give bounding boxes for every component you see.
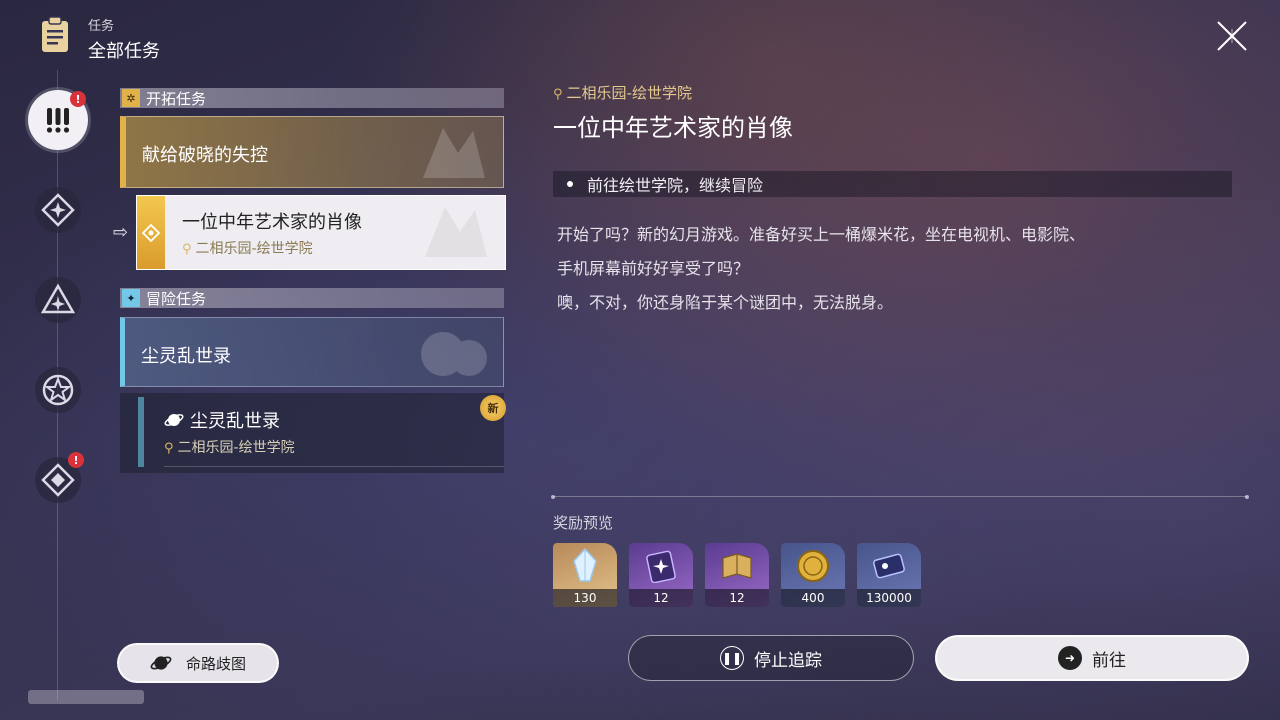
diamond-icon [137,196,165,269]
button-label: 命路歧图 [185,654,246,673]
location-pin-icon: ⚲ [553,87,563,102]
planet-icon [164,414,184,426]
exclamation-icon [46,108,70,133]
diamond-star-icon [41,193,75,227]
detail-location: ⚲ 二相乐园-绘世学院 [553,84,692,102]
quest-title: 献给破晓的失控 [142,145,268,166]
bullet-icon [567,181,573,187]
description-line: 噢，不对，你还身陷于某个谜团中，无法脱身。 [557,293,894,312]
quest-card[interactable]: 尘灵乱世录 [120,317,504,387]
quest-location: ⚲ 二相乐园-绘世学院 [164,440,295,456]
book-icon [722,553,752,579]
sparkle-icon: ✦ [122,289,140,307]
sparkle-icon: ✲ [122,89,140,107]
section-header-trailblaze: ✲ 开拓任务 [120,88,504,108]
category-adventure-button[interactable] [35,367,81,413]
triangle-icon [41,283,75,314]
rewards-label: 奖励预览 [553,514,614,532]
star-circle-icon [42,374,74,406]
go-arrow-icon: ➜ [1058,646,1082,670]
quest-card-sub[interactable]: 尘灵乱世录 ⚲ 二相乐园-绘世学院 新 [120,393,506,473]
divider-end-dot [1245,495,1249,499]
objective-text: 前往绘世学院，继续冒险 [587,176,764,195]
pause-icon: ❚❚ [720,646,744,670]
reward-item[interactable]: 12 [629,543,693,607]
description-line: 开始了吗？新的幻月游戏。准备好买上一桶爆米花，坐在电视机、电影院、 [557,225,1086,244]
location-pin-icon: ⚲ [182,242,192,257]
objective-row: 前往绘世学院，继续冒险 [553,171,1232,197]
planet-icon [150,656,172,670]
credit-card-icon [873,553,905,579]
reward-item[interactable]: 130000 [857,543,921,607]
reward-count: 400 [781,589,845,607]
section-label: 冒险任务 [146,289,207,308]
quest-title: 尘灵乱世录 [164,407,280,433]
page-title: 全部任务 [88,41,160,62]
category-companion-button[interactable] [35,277,81,323]
section-label: 开拓任务 [146,89,207,108]
reward-count: 12 [705,589,769,607]
path-map-button[interactable]: 命路歧图 [117,643,279,683]
quest-card-selected[interactable]: 一位中年艺术家的肖像 ⚲ 二相乐园-绘世学院 [136,195,506,270]
coin-icon [797,550,829,582]
new-badge: 新 [480,395,506,421]
alert-badge: ! [68,452,84,468]
reward-item[interactable]: 12 [705,543,769,607]
description-line: 手机屏幕前好好享受了吗？ [557,259,750,278]
selected-indicator-icon: ⇨ [113,222,129,243]
close-icon[interactable] [1213,17,1251,55]
emblem-icon [421,332,487,376]
emblem-icon [425,207,487,257]
quest-card[interactable]: 献给破晓的失控 [120,116,504,188]
reward-count: 130 [553,589,617,607]
diamond-icon [41,463,75,497]
category-trailblaze-button[interactable] [35,187,81,233]
location-pin-icon: ⚲ [164,441,174,456]
reward-item[interactable]: 400 [781,543,845,607]
button-label: 停止追踪 [754,650,822,671]
pass-ticket-icon [646,550,676,583]
quest-title: 一位中年艺术家的肖像 [182,212,362,233]
accent-bar [138,397,144,467]
quest-title: 尘灵乱世录 [141,346,231,367]
quest-location: ⚲ 二相乐园-绘世学院 [182,241,313,257]
go-button[interactable]: ➜ 前往 [935,635,1249,681]
divider [553,496,1247,497]
header-category: 任务 [88,19,115,34]
stop-tracking-button[interactable]: ❚❚ 停止追踪 [628,635,914,681]
button-label: 前往 [1092,650,1126,671]
emblem-icon [423,128,485,178]
divider [164,466,504,467]
reward-item[interactable]: 130 [553,543,617,607]
detail-description: 开始了吗？新的幻月游戏。准备好买上一桶爆米花，坐在电视机、电影院、 手机屏幕前好… [557,218,1247,320]
clipboard-icon [42,16,68,52]
divider-end-dot [551,495,555,499]
alert-badge: ! [70,91,86,107]
detail-title: 一位中年艺术家的肖像 [553,114,793,142]
reward-count: 12 [629,589,693,607]
section-header-adventure: ✦ 冒险任务 [120,288,504,308]
blurred-uid-bar [28,690,144,704]
reward-count: 130000 [857,589,921,607]
crystal-icon [573,547,597,582]
